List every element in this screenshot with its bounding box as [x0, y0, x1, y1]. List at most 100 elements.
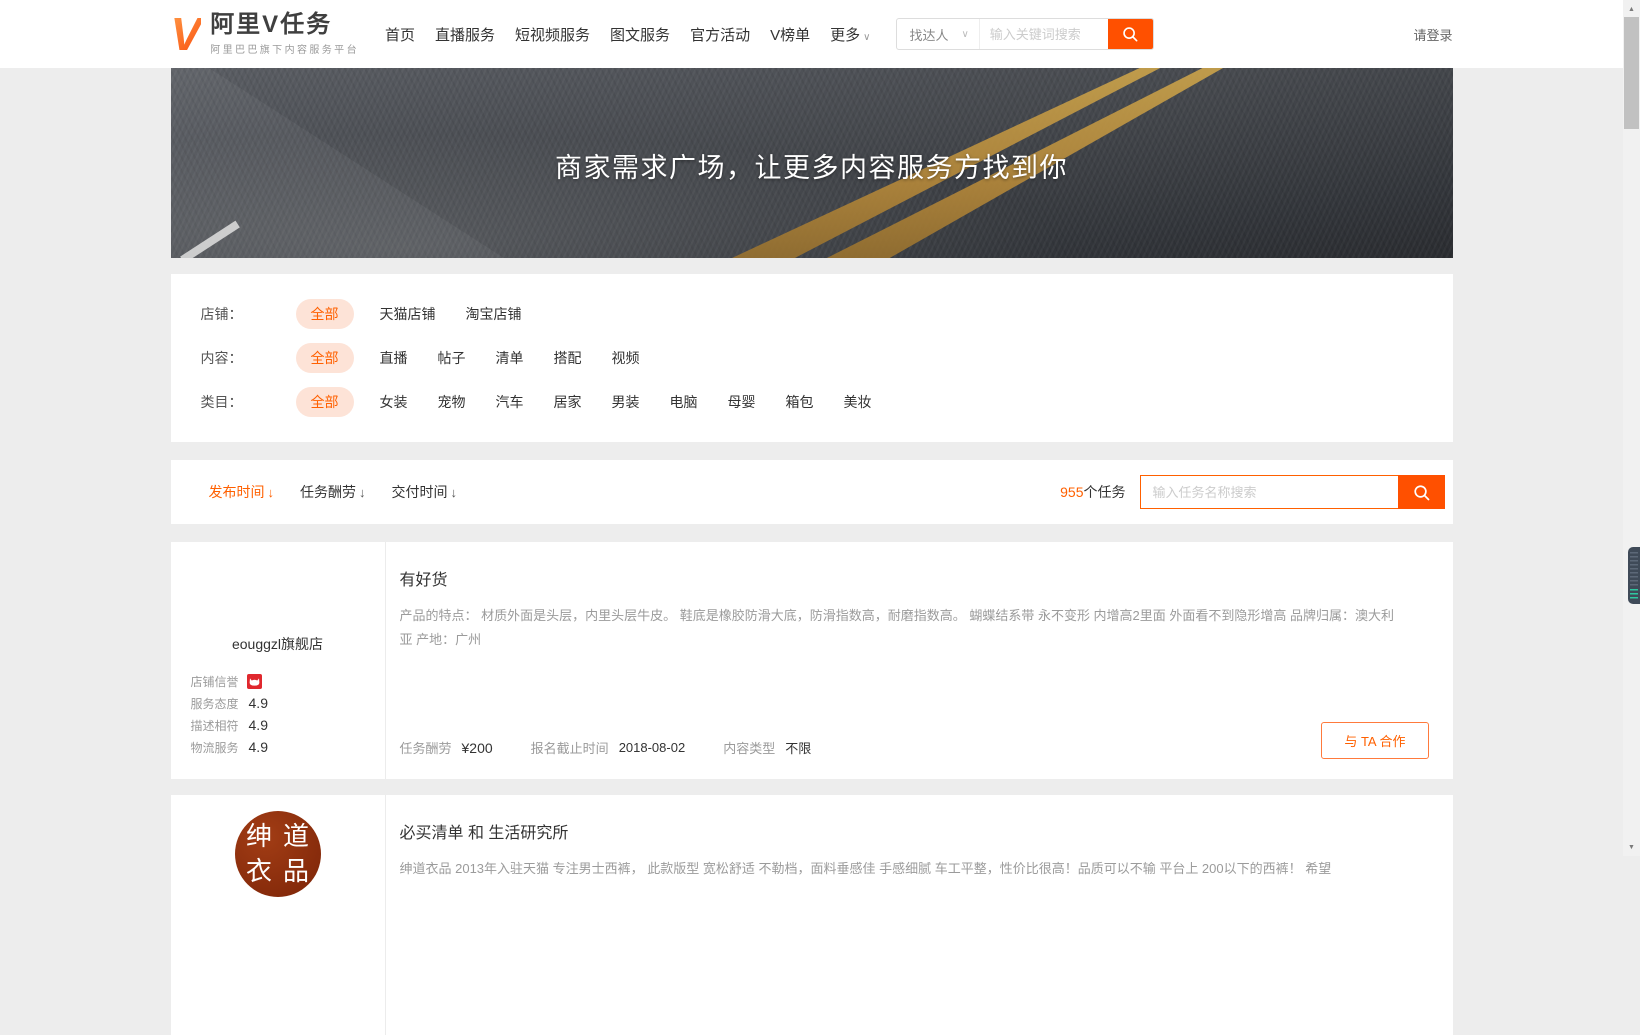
rating-value: 4.9 [249, 695, 268, 711]
filter-option[interactable]: 帖子 [438, 348, 466, 368]
brand-name: 阿里V任务 [210, 12, 359, 37]
brand-tagline: 阿里巴巴旗下内容服务平台 [210, 41, 359, 56]
filter-option[interactable]: 淘宝店铺 [466, 304, 522, 324]
meta-label: 任务酬劳 [400, 738, 452, 757]
grip-lines-teal-icon [1630, 589, 1638, 600]
task-count-number: 955 [1060, 484, 1083, 500]
filter-row-content: 内容： 全部 直播 帖子 清单 搭配 视频 [201, 336, 1423, 380]
hero-banner: 商家需求广场，让更多内容服务方找到你 [171, 68, 1453, 258]
task-card: 绅 道 衣 品 必买清单 和 生活研究所 绅道衣品 2013年入驻天猫 专注男士… [171, 795, 1453, 1035]
rating-label: 物流服务 [191, 739, 239, 756]
top-nav-bar: V 阿里V任务 阿里巴巴旗下内容服务平台 首页 直播服务 短视频服务 图文服务 … [0, 0, 1623, 68]
seal-char: 道 [283, 824, 309, 850]
search-category-dropdown[interactable]: 找达人 ∨ [897, 19, 979, 49]
filter-option[interactable]: 居家 [554, 392, 582, 412]
task-search-input[interactable] [1140, 475, 1398, 509]
shop-stats: 店铺信誉 服务态度 4.9 描述相符 4.9 物流服务 4.9 [191, 670, 385, 758]
filter-option[interactable]: 男装 [612, 392, 640, 412]
main-nav: 首页 直播服务 短视频服务 图文服务 官方活动 V榜单 更多∨ [385, 24, 890, 45]
meta-value-reward: ¥200 [462, 740, 493, 756]
seal-char: 品 [283, 859, 309, 885]
filter-option[interactable]: 女装 [380, 392, 408, 412]
filter-option[interactable]: 搭配 [554, 348, 582, 368]
scrollbar-thumb[interactable] [1624, 17, 1639, 129]
filter-option[interactable]: 天猫店铺 [380, 304, 436, 324]
filter-label: 内容： [201, 348, 296, 368]
sort-label: 交付时间 [392, 482, 448, 502]
brand-logo[interactable]: V 阿里V任务 阿里巴巴旗下内容服务平台 [171, 11, 360, 57]
nav-item-official-activity[interactable]: 官方活动 [690, 24, 750, 45]
sort-delivery-time[interactable]: 交付时间 ↓ [392, 482, 458, 502]
sort-toolbar: 发布时间 ↓ 任务酬劳 ↓ 交付时间 ↓ 955个任务 [171, 460, 1453, 524]
grip-lines-icon [1630, 552, 1638, 588]
task-description: 绅道衣品 2013年入驻天猫 专注男士西裤， 此款版型 宽松舒适 不勒档，面料垂… [400, 857, 1400, 881]
filter-option[interactable]: 清单 [496, 348, 524, 368]
filter-option[interactable]: 箱包 [786, 392, 814, 412]
page-scrollbar[interactable]: ▲ ▼ [1623, 0, 1640, 856]
scrollbar-up-arrow-icon[interactable]: ▲ [1623, 1, 1640, 17]
task-title[interactable]: 必买清单 和 生活研究所 [400, 819, 1453, 843]
filter-row-shop: 店铺： 全部 天猫店铺 淘宝店铺 [201, 292, 1423, 336]
rating-label: 描述相符 [191, 717, 239, 734]
sort-desc-arrow-icon: ↓ [451, 485, 458, 500]
sort-label: 任务酬劳 [300, 482, 356, 502]
shop-column: eouggzl旗舰店 店铺信誉 服务态度 4.9 描述相符 4.9 物流服务 4.9 [171, 542, 386, 779]
nav-item-home[interactable]: 首页 [385, 24, 415, 45]
meta-label: 报名截止时间 [531, 738, 609, 757]
chevron-down-icon: ∨ [863, 32, 870, 43]
nav-item-article-service[interactable]: 图文服务 [610, 24, 670, 45]
meta-label: 内容类型 [723, 738, 775, 757]
header-search: 找达人 ∨ [896, 18, 1153, 50]
task-count: 955个任务 [1060, 482, 1125, 502]
shop-seal-logo[interactable]: 绅 道 衣 品 [235, 811, 321, 897]
reputation-label: 店铺信誉 [191, 673, 239, 690]
task-title[interactable]: 有好货 [400, 566, 1453, 590]
filter-option[interactable]: 母婴 [728, 392, 756, 412]
filter-option[interactable]: 宠物 [438, 392, 466, 412]
nav-more-label: 更多 [830, 27, 860, 44]
nav-item-more[interactable]: 更多∨ [830, 24, 870, 45]
nav-item-short-video-service[interactable]: 短视频服务 [515, 24, 590, 45]
search-icon [1412, 483, 1431, 502]
sort-desc-arrow-icon: ↓ [268, 485, 275, 500]
header-search-input[interactable] [980, 27, 1108, 42]
shop-name[interactable]: eouggzl旗舰店 [171, 634, 385, 654]
rating-value: 4.9 [249, 717, 268, 733]
filter-option[interactable]: 电脑 [670, 392, 698, 412]
sort-group: 发布时间 ↓ 任务酬劳 ↓ 交付时间 ↓ [209, 482, 484, 502]
scrollbar-down-arrow-icon[interactable]: ▼ [1623, 839, 1640, 855]
filter-all-pill[interactable]: 全部 [296, 343, 354, 373]
filter-all-pill[interactable]: 全部 [296, 387, 354, 417]
login-link[interactable]: 请登录 [1413, 25, 1452, 44]
filter-label: 店铺： [201, 304, 296, 324]
header-search-button[interactable] [1108, 18, 1153, 50]
cooperate-button[interactable]: 与 TA 合作 [1321, 722, 1428, 759]
sort-publish-time[interactable]: 发布时间 ↓ [209, 482, 275, 502]
filter-option[interactable]: 直播 [380, 348, 408, 368]
filter-option[interactable]: 视频 [612, 348, 640, 368]
hero-headline: 商家需求广场，让更多内容服务方找到你 [171, 146, 1453, 185]
task-meta: 任务酬劳¥200 报名截止时间2018-08-02 内容类型不限 [400, 738, 850, 757]
meta-value-deadline: 2018-08-02 [619, 740, 686, 755]
filter-label: 类目： [201, 392, 296, 412]
filter-option[interactable]: 汽车 [496, 392, 524, 412]
chevron-down-icon: ∨ [961, 29, 968, 40]
tmall-badge-icon [247, 674, 262, 689]
filter-panel: 店铺： 全部 天猫店铺 淘宝店铺 内容： 全部 直播 帖子 清单 搭配 视频 类… [171, 274, 1453, 442]
task-main: 必买清单 和 生活研究所 绅道衣品 2013年入驻天猫 专注男士西裤， 此款版型… [386, 795, 1453, 1035]
browser-extension-handle[interactable] [1628, 547, 1640, 604]
sort-task-reward[interactable]: 任务酬劳 ↓ [300, 482, 366, 502]
shop-column: 绅 道 衣 品 [171, 795, 386, 1035]
search-icon [1121, 25, 1139, 43]
rating-label: 服务态度 [191, 695, 239, 712]
nav-item-v-ranking[interactable]: V榜单 [770, 24, 810, 45]
task-card: eouggzl旗舰店 店铺信誉 服务态度4.9 描述相符4.9 物流服务4.9 … [171, 542, 1453, 779]
task-description: 产品的特点： 材质外面是头层，内里头层牛皮。 鞋底是橡胶防滑大底，防滑指数高，耐… [400, 604, 1400, 652]
task-count-suffix: 个任务 [1084, 484, 1126, 500]
nav-item-live-service[interactable]: 直播服务 [435, 24, 495, 45]
rating-value: 4.9 [249, 739, 268, 755]
task-search-button[interactable] [1398, 475, 1445, 509]
sort-desc-arrow-icon: ↓ [359, 485, 366, 500]
filter-all-pill[interactable]: 全部 [296, 299, 354, 329]
filter-option[interactable]: 美妆 [844, 392, 872, 412]
